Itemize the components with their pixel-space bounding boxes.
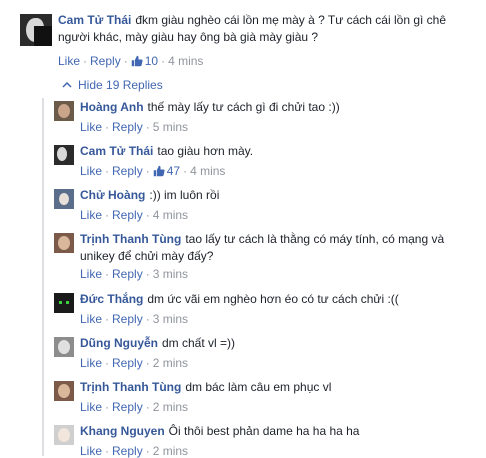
reply-time: 5 mins bbox=[152, 120, 189, 134]
reply-text: tao giàu hơn mày. bbox=[157, 144, 254, 158]
reply-actions: Like · Reply · 47 · 4 mins bbox=[80, 164, 226, 178]
reply-actions: Like · Reply · 2 mins bbox=[80, 400, 189, 414]
reply-actions: Like · Reply · 5 mins bbox=[80, 120, 189, 134]
reply-text: thế mày lấy tư cách gì đi chửi tao :)) bbox=[147, 100, 340, 114]
comment-actions: Like · Reply · 10 · 4 mins bbox=[58, 54, 204, 68]
reply-actions: Like · Reply · 3 mins bbox=[80, 267, 189, 281]
like-count[interactable]: 47 bbox=[153, 164, 180, 178]
avatar[interactable] bbox=[54, 145, 74, 165]
reply-text: :)) im luôn rồi bbox=[149, 188, 220, 202]
reply-author[interactable]: Khang Nguyen bbox=[80, 424, 165, 438]
avatar[interactable] bbox=[20, 14, 52, 46]
reply-time: 2 mins bbox=[152, 356, 189, 370]
reply-text: dm ức vãi em nghèo hơn éo có tư cách chử… bbox=[147, 292, 399, 306]
reply-author[interactable]: Trịnh Thanh Tùng bbox=[80, 380, 181, 394]
comment-author[interactable]: Cam Tử Thái bbox=[58, 13, 131, 27]
reply-button[interactable]: Reply bbox=[112, 312, 143, 326]
reply-time: 4 mins bbox=[152, 208, 189, 222]
reply-time: 3 mins bbox=[152, 312, 189, 326]
reply-author[interactable]: Chử Hoàng bbox=[80, 188, 145, 202]
reply-body: Trịnh Thanh Tùng dm bác làm câu em phục v… bbox=[80, 379, 480, 396]
reply-time: 2 mins bbox=[152, 400, 189, 414]
hide-replies-label: Hide 19 Replies bbox=[78, 78, 163, 92]
like-button[interactable]: Like bbox=[80, 356, 102, 370]
reply-button[interactable]: Reply bbox=[112, 164, 143, 178]
like-button[interactable]: Like bbox=[80, 208, 102, 222]
reply-actions: Like · Reply · 4 mins bbox=[80, 208, 189, 222]
like-button[interactable]: Like bbox=[80, 164, 102, 178]
reply-button[interactable]: Reply bbox=[112, 356, 143, 370]
avatar[interactable] bbox=[54, 101, 74, 121]
reply-author[interactable]: Cam Tử Thái bbox=[80, 144, 153, 158]
reply-button[interactable]: Reply bbox=[112, 120, 143, 134]
reply-body: Chử Hoàng :)) im luôn rồi bbox=[80, 187, 480, 204]
reply-actions: Like · Reply · 3 mins bbox=[80, 312, 189, 326]
avatar[interactable] bbox=[54, 337, 74, 357]
like-button[interactable]: Like bbox=[80, 120, 102, 134]
reply-body: Trịnh Thanh Tùng tao lấy tư cách là thằng… bbox=[80, 231, 460, 265]
thumbs-up-icon bbox=[153, 165, 165, 177]
reply-body: Dũng Nguyễn dm chất vl =)) bbox=[80, 335, 480, 352]
reply-author[interactable]: Trịnh Thanh Tùng bbox=[80, 232, 181, 246]
like-count[interactable]: 10 bbox=[131, 54, 158, 68]
chevron-up-icon bbox=[62, 80, 72, 92]
avatar[interactable] bbox=[54, 425, 74, 445]
like-button[interactable]: Like bbox=[80, 267, 102, 281]
reply-actions: Like · Reply · 2 mins bbox=[80, 356, 189, 370]
comment-body: Cam Tử Thái đkm giàu nghèo cái lồn mẹ mày… bbox=[58, 12, 478, 46]
reply-button[interactable]: Reply bbox=[112, 400, 143, 414]
like-button[interactable]: Like bbox=[58, 54, 80, 68]
hide-replies-button[interactable]: Hide 19 Replies bbox=[62, 78, 163, 92]
avatar[interactable] bbox=[54, 293, 74, 313]
reply-author[interactable]: Hoàng Anh bbox=[80, 100, 144, 114]
reply-time: 4 mins bbox=[190, 164, 226, 178]
reply-text: Ôi thôi best phản dame ha ha ha ha bbox=[168, 424, 360, 438]
like-button[interactable]: Like bbox=[80, 312, 102, 326]
reply-button[interactable]: Reply bbox=[112, 208, 143, 222]
like-button[interactable]: Like bbox=[80, 400, 102, 414]
reply-body: Cam Tử Thái tao giàu hơn mày. bbox=[80, 143, 480, 160]
reply-author[interactable]: Dũng Nguyễn bbox=[80, 336, 158, 350]
replies-thread-line bbox=[42, 98, 44, 456]
reply-body: Khang Nguyen Ôi thôi best phản dame ha ha… bbox=[80, 423, 480, 440]
reply-author[interactable]: Đức Thắng bbox=[80, 292, 143, 306]
reply-text: dm bác làm câu em phục vl bbox=[185, 380, 332, 394]
reply-body: Đức Thắng dm ức vãi em nghèo hơn éo có tư… bbox=[80, 291, 480, 308]
avatar[interactable] bbox=[54, 189, 74, 209]
thumbs-up-icon bbox=[131, 55, 143, 67]
reply-button[interactable]: Reply bbox=[112, 267, 143, 281]
avatar[interactable] bbox=[54, 381, 74, 401]
reply-text: dm chất vl =)) bbox=[162, 336, 236, 350]
reply-button[interactable]: Reply bbox=[90, 54, 121, 68]
reply-time: 3 mins bbox=[152, 267, 189, 281]
avatar[interactable] bbox=[54, 233, 74, 253]
reply-body: Hoàng Anh thế mày lấy tư cách gì đi chửi … bbox=[80, 99, 480, 116]
comment-time: 4 mins bbox=[168, 54, 204, 68]
